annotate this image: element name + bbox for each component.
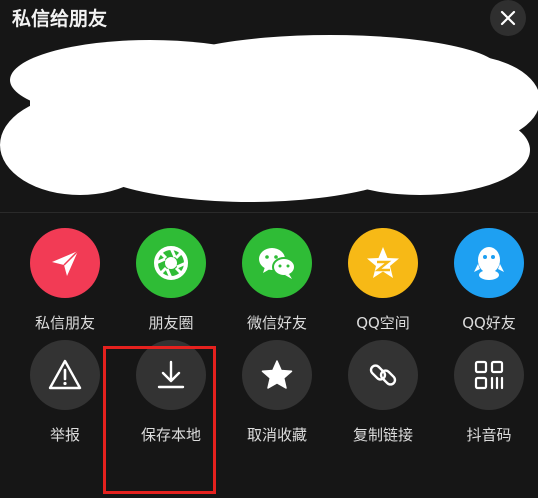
share-row: 私信朋友 朋友圈 微信好友 QQ空间 QQ好友	[0, 228, 538, 338]
qr-code-icon	[454, 340, 524, 410]
star-icon	[242, 340, 312, 410]
unfavorite-button[interactable]: 取消收藏	[224, 340, 330, 445]
wechat-moments-icon	[136, 228, 206, 298]
section-divider	[0, 212, 538, 213]
warning-icon	[30, 340, 100, 410]
douyin-code-button[interactable]: 抖音码	[436, 340, 538, 445]
action-label: 复制链接	[352, 426, 413, 444]
highlight-box	[103, 346, 216, 494]
wechat-icon	[242, 228, 312, 298]
qq-penguin-icon	[454, 228, 524, 298]
action-label: 抖音码	[466, 426, 512, 444]
share-label: 朋友圈	[148, 314, 194, 332]
action-label: 取消收藏	[246, 426, 307, 444]
copy-link-button[interactable]: 复制链接	[330, 340, 436, 445]
share-moments[interactable]: 朋友圈	[118, 228, 224, 333]
page-title: 私信给朋友	[12, 8, 108, 30]
close-icon	[500, 10, 516, 26]
share-private-message[interactable]: 私信朋友	[12, 228, 118, 333]
action-row: 举报 保存本地 取消收藏 复制链接 抖音码	[0, 340, 538, 450]
share-label: QQ空间	[356, 314, 410, 332]
share-qq-friends[interactable]: QQ好友	[436, 228, 538, 333]
qzone-star-icon	[348, 228, 418, 298]
share-label: 私信朋友	[34, 314, 95, 332]
share-wechat-friends[interactable]: 微信好友	[224, 228, 330, 333]
share-label: 微信好友	[246, 314, 307, 332]
friends-list-redacted	[0, 30, 538, 210]
paper-plane-icon	[30, 228, 100, 298]
share-qzone[interactable]: QQ空间	[330, 228, 436, 333]
share-label: QQ好友	[462, 314, 516, 332]
link-icon	[348, 340, 418, 410]
